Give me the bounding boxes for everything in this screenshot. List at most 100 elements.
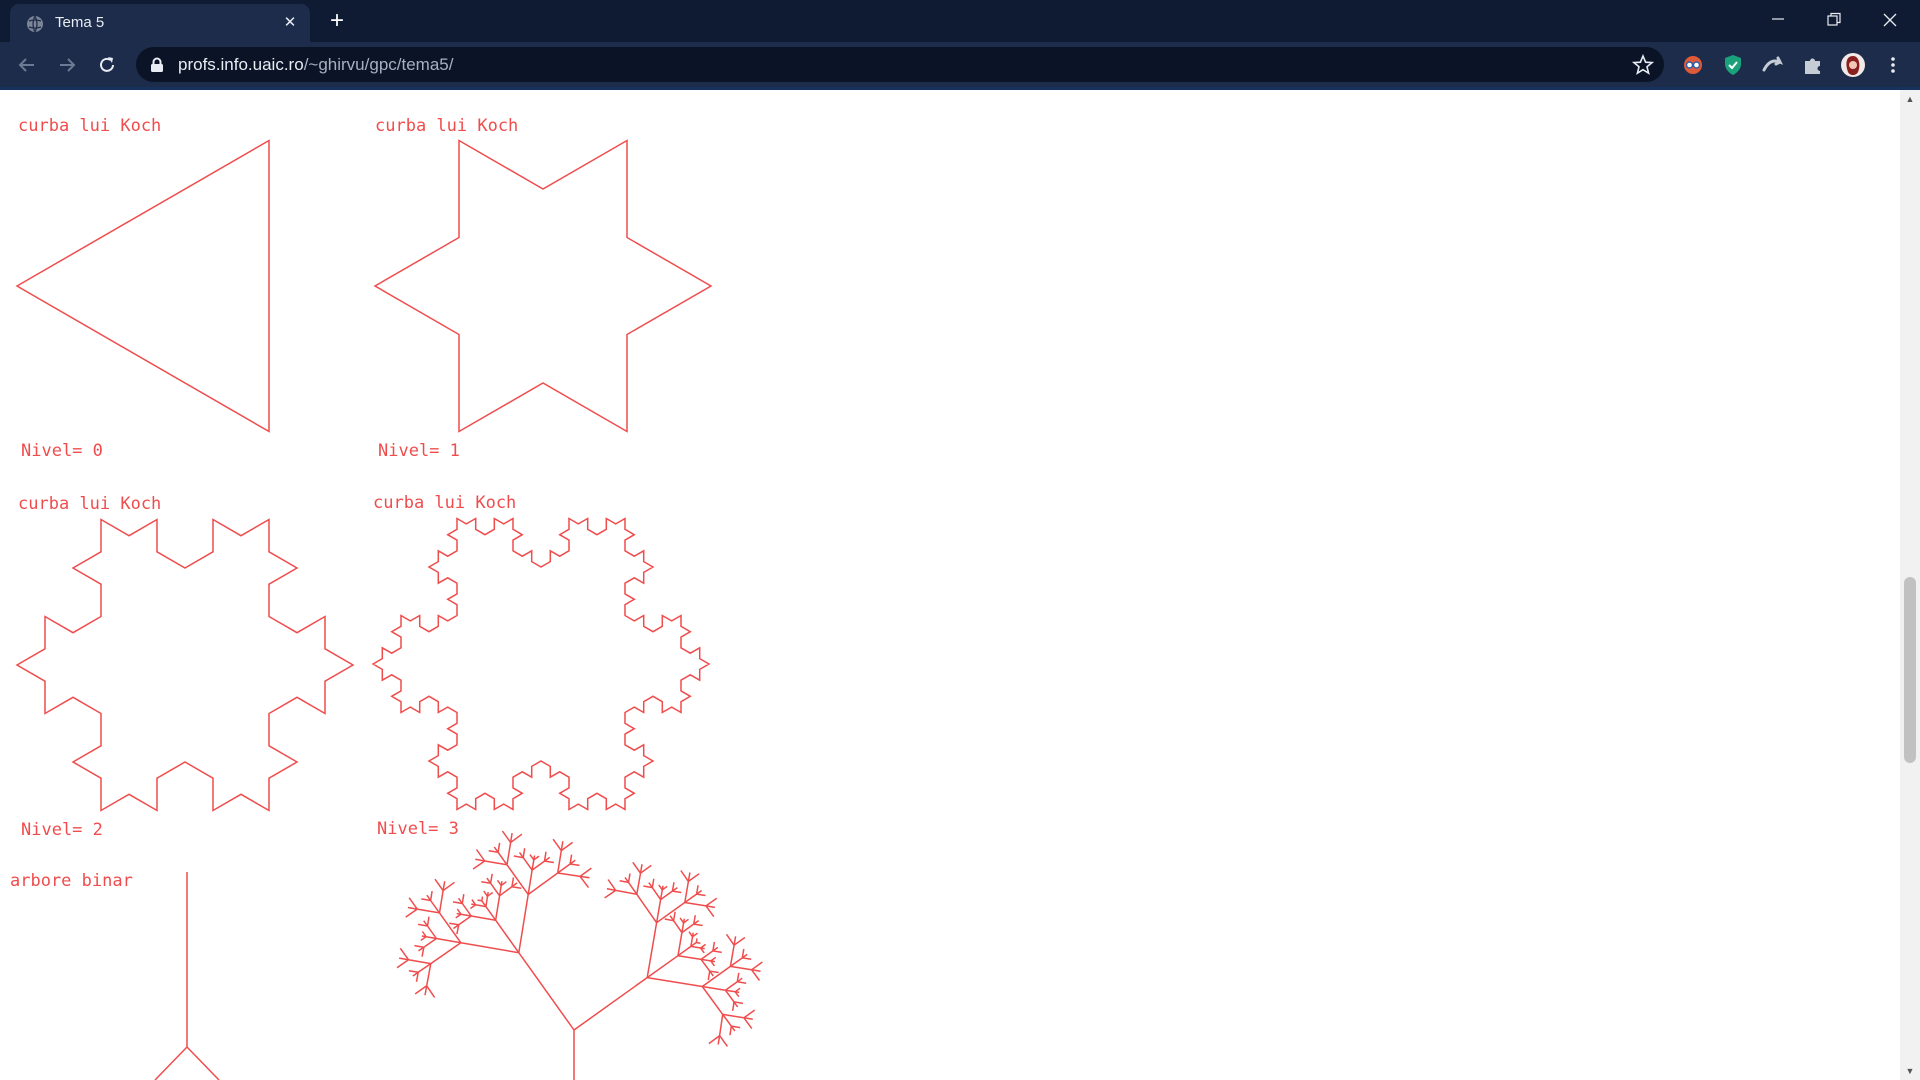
forward-button[interactable] — [52, 50, 82, 80]
extensions-puzzle-icon[interactable] — [1802, 54, 1824, 76]
koch-curve-level-0 — [15, 139, 270, 433]
tree-branch — [396, 959, 409, 969]
tree-branch — [557, 872, 581, 878]
tree-branch — [426, 916, 430, 927]
tab-close-icon[interactable]: ✕ — [280, 13, 300, 33]
tree-branch — [604, 889, 617, 899]
tree-branch — [742, 957, 752, 961]
tree-branch — [661, 885, 664, 891]
tree-branch — [693, 923, 703, 927]
tree-branch — [677, 954, 702, 961]
tree-branch — [423, 937, 437, 948]
tree-branch — [722, 1013, 745, 1019]
minimize-icon — [1772, 18, 1784, 20]
tree-branch — [497, 842, 501, 853]
tree-branch-simple-left — [154, 1046, 188, 1080]
tree-branch — [430, 942, 462, 965]
tree-branch — [460, 941, 519, 954]
tree-branch — [646, 922, 658, 978]
tree-branch — [522, 848, 526, 858]
level-label-0: Nivel= 0 — [21, 441, 103, 461]
bookmark-star-icon[interactable] — [1632, 54, 1654, 76]
new-tab-button[interactable]: + — [324, 9, 350, 35]
globe-icon — [27, 15, 43, 33]
tree-branch — [724, 981, 738, 991]
scroll-down-icon[interactable]: ▼ — [1905, 1066, 1915, 1076]
tree-branch — [461, 893, 465, 904]
tree-branch — [672, 890, 682, 894]
tree-branch — [421, 935, 427, 938]
tree-branch — [472, 860, 486, 870]
scroll-up-icon[interactable]: ▲ — [1905, 94, 1915, 104]
minimize-button[interactable] — [1750, 0, 1806, 40]
tree-branch — [731, 1001, 735, 1011]
tree-branch — [743, 1009, 756, 1019]
tree-branch — [426, 985, 436, 998]
back-button[interactable] — [12, 50, 42, 80]
koch-curve-level-2 — [15, 518, 355, 812]
level-label-1: Nivel= 1 — [378, 441, 460, 461]
tree-branch — [518, 894, 529, 953]
tree-branch — [408, 969, 419, 974]
tree-branch — [449, 922, 459, 926]
tree-branch — [684, 901, 707, 907]
address-bar[interactable]: profs.info.uaic.ro/~ghirvu/gpc/tema5/ — [136, 47, 1664, 82]
tree-branch — [429, 890, 433, 901]
tree-branch — [471, 903, 476, 906]
tree-branch — [651, 878, 655, 888]
tree-branch — [737, 981, 747, 984]
tree-branch — [552, 838, 562, 852]
arrow-left-icon — [18, 58, 34, 72]
koch-title-0: curba lui Koch — [18, 116, 161, 136]
tree-branch — [494, 895, 501, 921]
tree-branch — [458, 915, 472, 926]
level-label-2: Nivel= 2 — [21, 820, 103, 840]
tree-branch — [408, 958, 431, 965]
tree-branch — [500, 881, 503, 886]
koch-curve-level-1 — [373, 139, 713, 433]
tree-branch — [682, 918, 686, 924]
tree-branch — [751, 961, 763, 971]
tab-tema5[interactable]: Tema 5 ✕ — [10, 4, 310, 42]
tree-branch — [481, 896, 484, 901]
tree-branch — [533, 855, 536, 861]
menu-kebab-icon[interactable] — [1882, 54, 1904, 76]
scroll-thumb[interactable] — [1904, 577, 1916, 763]
koch-curve-level-3 — [371, 517, 711, 811]
restore-button[interactable] — [1806, 0, 1862, 40]
tree-branch — [735, 991, 740, 994]
tree-branch — [696, 941, 701, 944]
tree-branch — [636, 873, 642, 895]
reload-button[interactable] — [92, 50, 122, 80]
profile-avatar[interactable] — [1840, 52, 1866, 78]
extension-arrow-icon[interactable] — [1762, 54, 1784, 76]
tree-branch — [718, 1035, 729, 1047]
url-text[interactable]: profs.info.uaic.ro/~ghirvu/gpc/tema5/ — [178, 55, 453, 75]
extension-shield-icon[interactable] — [1722, 54, 1744, 76]
tree-branch — [725, 933, 735, 946]
tree-branch — [456, 912, 462, 915]
tree-branch — [506, 864, 529, 895]
page-viewport: curba lui Koch curba lui Koch curba lui … — [0, 90, 1900, 1080]
tree-branch — [712, 950, 722, 954]
url-host: profs.info.uaic.ro — [178, 55, 304, 74]
lock-icon — [151, 57, 163, 72]
tree-branch — [707, 970, 711, 981]
tree-branch — [696, 893, 706, 897]
tree-branch — [729, 945, 735, 967]
tree-branch — [730, 965, 752, 971]
level-label-3: Nivel= 3 — [377, 819, 459, 839]
tree-branch — [684, 881, 690, 903]
close-icon — [1883, 13, 1897, 27]
arrow-right-icon — [60, 58, 76, 72]
tree-branch — [632, 861, 642, 874]
tree-branch — [569, 863, 580, 867]
tree-branch — [627, 873, 631, 883]
extension-glasses-icon[interactable] — [1682, 54, 1704, 76]
tab-strip: Tema 5 ✕ + — [0, 0, 1920, 42]
tree-branch — [522, 857, 533, 871]
tree-branch — [556, 850, 563, 874]
close-window-button[interactable] — [1862, 0, 1918, 40]
url-path: /~ghirvu/gpc/tema5/ — [303, 55, 454, 74]
vertical-scrollbar[interactable]: ▲ ▼ — [1900, 90, 1920, 1080]
